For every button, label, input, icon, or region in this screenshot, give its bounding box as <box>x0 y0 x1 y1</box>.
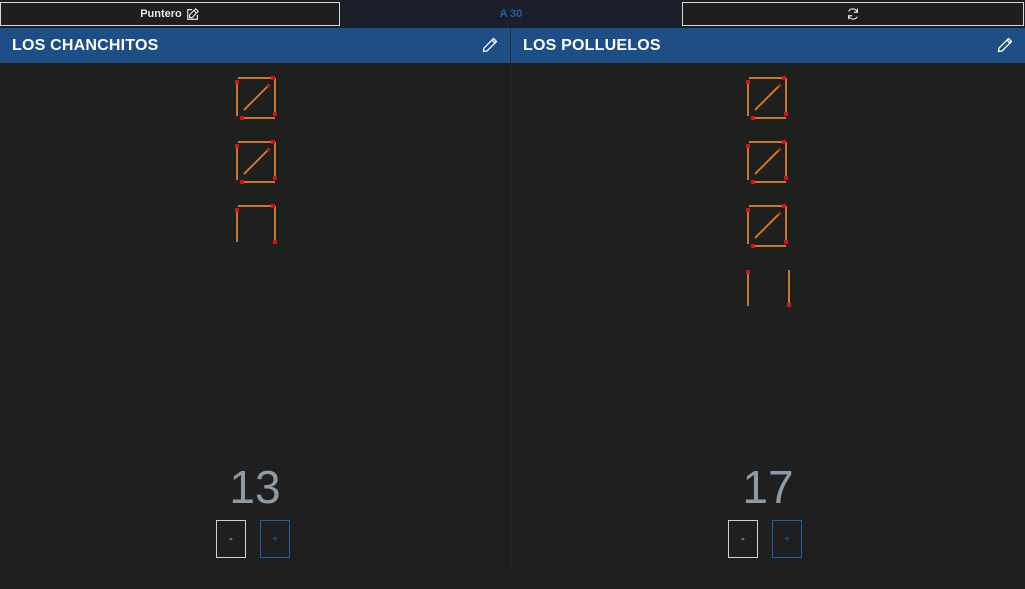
top-toolbar: Puntero A 30 <box>0 0 1025 28</box>
score-value: 17 <box>742 461 794 513</box>
increment-button[interactable]: + <box>260 520 290 558</box>
tally-group <box>746 270 791 307</box>
team-panel-right: LOS POLLUELOS 17 - + <box>511 28 1025 570</box>
edit-icon <box>186 7 199 20</box>
decrement-button[interactable]: - <box>216 520 246 558</box>
tally-marks <box>235 76 277 244</box>
tally-group <box>235 204 277 244</box>
pencil-icon[interactable] <box>482 37 498 53</box>
pointer-button[interactable]: Puntero <box>0 2 340 26</box>
tally-marks <box>746 76 791 307</box>
increment-button[interactable]: + <box>772 520 802 558</box>
tally-group <box>235 140 277 184</box>
score-value: 13 <box>229 461 281 513</box>
refresh-icon <box>848 8 858 20</box>
team-name: LOS POLLUELOS <box>523 36 661 54</box>
target-score-label: A 30 <box>499 8 523 20</box>
team-header: LOS POLLUELOS <box>511 28 1025 63</box>
team-name: LOS CHANCHITOS <box>12 36 159 54</box>
pointer-label: Puntero <box>140 8 182 20</box>
team-header: LOS CHANCHITOS <box>0 28 510 63</box>
tally-group <box>746 204 788 248</box>
team-panel-left: LOS CHANCHITOS 13 - + <box>0 28 511 570</box>
tally-group <box>746 140 788 184</box>
pencil-icon[interactable] <box>997 37 1013 53</box>
decrement-button[interactable]: - <box>728 520 758 558</box>
tally-group <box>235 76 277 120</box>
refresh-button[interactable] <box>682 2 1024 26</box>
tally-group <box>746 76 788 120</box>
